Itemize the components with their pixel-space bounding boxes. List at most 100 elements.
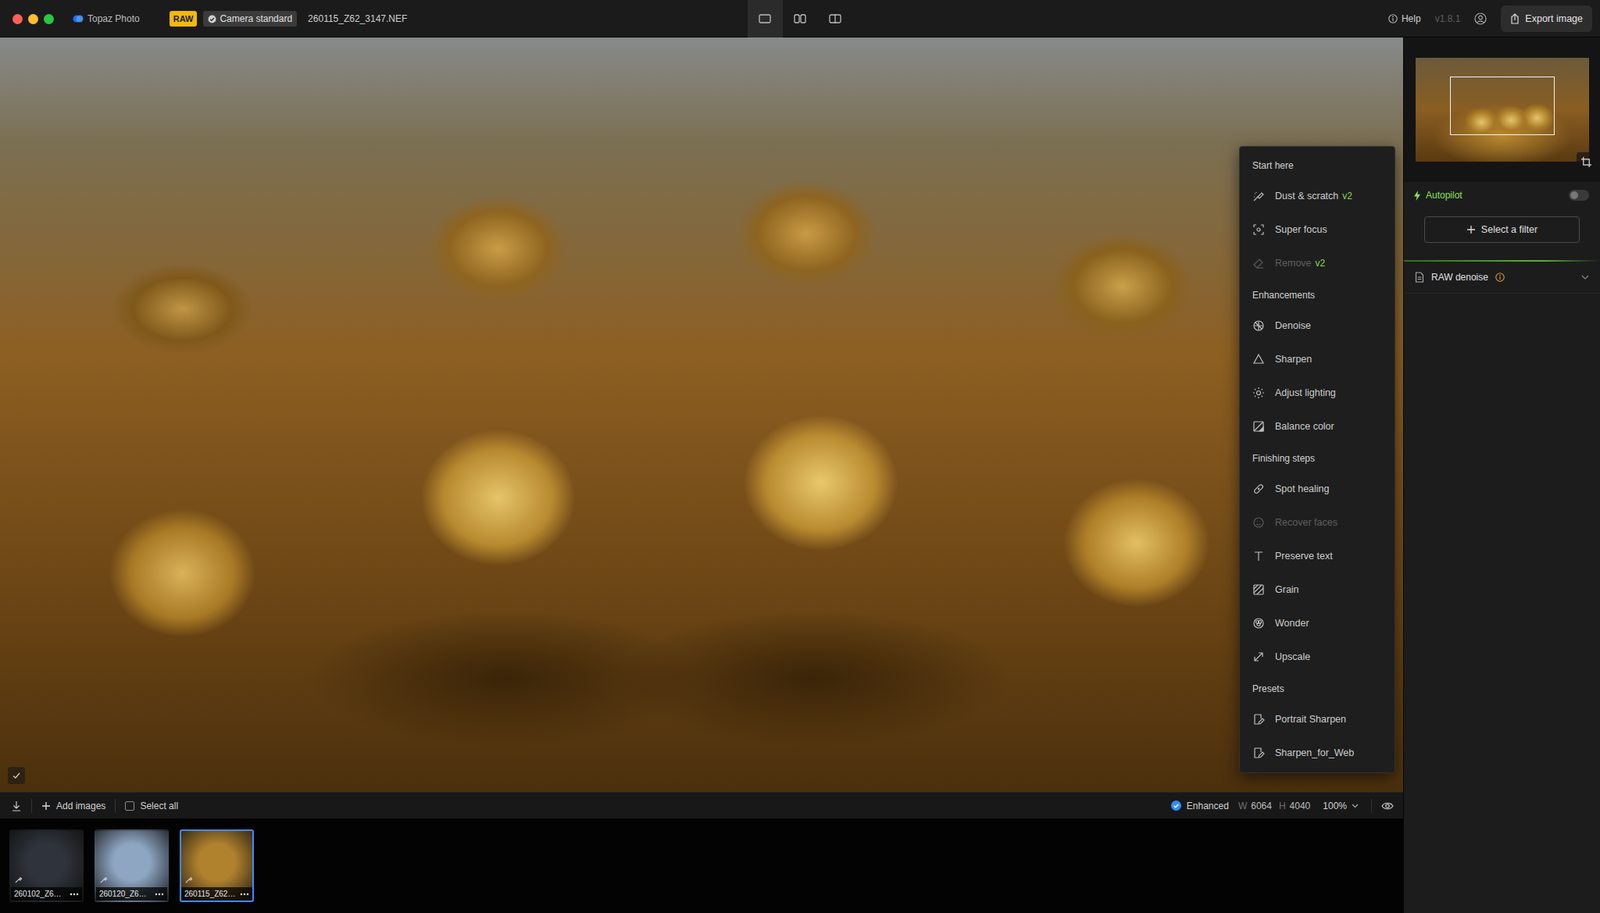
download-icon bbox=[10, 800, 22, 812]
menu-item[interactable]: Sharpen bbox=[1239, 342, 1395, 376]
filter-row[interactable]: RAW denoise bbox=[1403, 261, 1600, 294]
crop-button[interactable] bbox=[1576, 152, 1596, 172]
eye-icon bbox=[1381, 801, 1394, 811]
autopilot-label: Autopilot bbox=[1413, 189, 1463, 201]
separator bbox=[31, 799, 33, 814]
menu-section-title: Presets bbox=[1239, 673, 1395, 703]
window-controls bbox=[12, 14, 54, 25]
menu-section-title: Enhancements bbox=[1239, 279, 1395, 309]
select-filter-button[interactable]: Select a filter bbox=[1424, 216, 1580, 243]
dust-icon bbox=[1252, 189, 1265, 203]
photo-preview[interactable]: Start hereDust & scratchv2Super focusRem… bbox=[0, 37, 1404, 793]
autopilot-toggle[interactable] bbox=[1568, 189, 1590, 201]
compare-toggle[interactable] bbox=[7, 767, 25, 785]
menu-item[interactable]: Wonder bbox=[1239, 606, 1395, 640]
menu-item[interactable]: Grain bbox=[1239, 572, 1395, 607]
check-circle-icon bbox=[207, 14, 217, 24]
import-button[interactable] bbox=[10, 800, 22, 812]
menu-item[interactable]: Denoise bbox=[1239, 308, 1395, 343]
menu-section-title: Start here bbox=[1239, 150, 1395, 179]
menu-section-title: Finishing steps bbox=[1239, 442, 1395, 472]
preview-toggle[interactable] bbox=[1381, 801, 1394, 811]
zoom-button[interactable] bbox=[43, 14, 54, 25]
more-icon[interactable] bbox=[239, 892, 250, 897]
menu-item[interactable]: Portrait Sharpen bbox=[1239, 702, 1395, 736]
filter-menu: Start hereDust & scratchv2Super focusRem… bbox=[1239, 146, 1396, 774]
topaz-photo-window: Topaz Photo RAW Camera standard 260115_Z62_… bbox=[0, 0, 1600, 913]
plus-icon bbox=[1466, 225, 1476, 235]
image-dimensions: W6064H4040 bbox=[1238, 800, 1314, 812]
select-all-checkbox[interactable]: Select all bbox=[125, 800, 179, 812]
warning-info-icon[interactable] bbox=[1495, 272, 1505, 283]
menu-item[interactable]: Upscale bbox=[1239, 639, 1395, 674]
grain-icon bbox=[1252, 583, 1265, 597]
text-icon bbox=[1252, 550, 1265, 563]
filmstrip-thumbnail[interactable]: 260115_Z62… bbox=[179, 829, 254, 903]
account-button[interactable] bbox=[1474, 12, 1487, 25]
menu-section: PresetsPortrait SharpenSharpen_for_Web bbox=[1239, 673, 1395, 770]
split-view-icon bbox=[828, 14, 842, 24]
profile-badge[interactable]: Camera standard bbox=[203, 10, 297, 27]
denoise-icon bbox=[1252, 319, 1265, 333]
focus-icon bbox=[1252, 223, 1265, 236]
menu-item[interactable]: Dust & scratchv2 bbox=[1239, 178, 1395, 213]
menu-section: Start hereDust & scratchv2Super focusRem… bbox=[1239, 150, 1395, 280]
version-badge: v2 bbox=[1315, 257, 1326, 269]
menu-item[interactable]: Balance color bbox=[1239, 409, 1395, 443]
info-icon bbox=[1388, 14, 1398, 24]
menu-item: Recover faces bbox=[1239, 505, 1395, 540]
file-name: 260115_Z62_3147.NEF bbox=[307, 13, 408, 25]
raw-badge: RAW bbox=[169, 10, 198, 27]
preset-icon bbox=[1252, 746, 1265, 760]
checkbox[interactable] bbox=[125, 801, 135, 811]
bolt-icon bbox=[1413, 190, 1422, 201]
menu-item[interactable]: Adjust lighting bbox=[1239, 375, 1395, 410]
minimize-button[interactable] bbox=[28, 14, 39, 25]
crop-icon bbox=[1581, 157, 1592, 168]
sharpen-icon bbox=[1252, 353, 1265, 366]
more-icon[interactable] bbox=[69, 892, 79, 897]
menu-item[interactable]: Preserve text bbox=[1239, 539, 1395, 573]
help-button[interactable]: Help bbox=[1388, 13, 1422, 25]
filmstrip-thumbnail[interactable]: 260102_Z6… bbox=[9, 829, 84, 903]
version-badge: v2 bbox=[1342, 190, 1353, 202]
right-panel: Autopilot Select a filter RAW denoise bbox=[1403, 37, 1600, 913]
add-images-button[interactable]: Add images bbox=[41, 800, 106, 812]
enhanced-toggle[interactable]: Enhanced bbox=[1171, 800, 1229, 812]
chevron-icon[interactable] bbox=[1581, 275, 1590, 280]
close-button[interactable] bbox=[12, 14, 23, 25]
view-mode-button[interactable] bbox=[747, 0, 783, 38]
thumbnail-label: 260102_Z6… bbox=[10, 887, 83, 901]
zoom-dropdown[interactable]: 100% bbox=[1322, 800, 1359, 812]
filmstrip-thumbnail[interactable]: 260120_Z6… bbox=[94, 829, 169, 903]
light-icon bbox=[1252, 386, 1265, 400]
navigator-thumbnail[interactable] bbox=[1415, 57, 1590, 162]
more-icon[interactable] bbox=[154, 892, 165, 897]
raw-file-icon bbox=[99, 875, 108, 885]
check-circle-icon bbox=[1171, 800, 1182, 811]
app-logo: Topaz Photo bbox=[72, 13, 140, 25]
account-icon bbox=[1474, 12, 1487, 25]
menu-item[interactable]: Super focus bbox=[1239, 212, 1395, 247]
workspace: Start hereDust & scratchv2Super focusRem… bbox=[0, 37, 1404, 913]
plus-icon bbox=[41, 801, 51, 811]
title-bar: Topaz Photo RAW Camera standard 260115_Z62_… bbox=[0, 0, 1600, 38]
wonder-icon bbox=[1252, 617, 1265, 630]
view-mode-button[interactable] bbox=[817, 0, 854, 38]
navigator bbox=[1403, 37, 1600, 183]
face-icon bbox=[1252, 516, 1265, 529]
menu-item[interactable]: Spot healing bbox=[1239, 471, 1395, 506]
view-mode-button[interactable] bbox=[782, 0, 818, 38]
bottom-toolbar: Add images Select all Enhanced W6064H4040 10… bbox=[0, 792, 1404, 819]
document-icon bbox=[1414, 271, 1425, 283]
version-label: v1.8.1 bbox=[1435, 13, 1461, 25]
thumbnail-label: 260115_Z62… bbox=[181, 887, 253, 901]
export-icon bbox=[1510, 13, 1520, 25]
menu-item[interactable]: Sharpen_for_Web bbox=[1239, 735, 1395, 770]
autopilot-row: Autopilot bbox=[1403, 182, 1600, 209]
viewport-rectangle[interactable] bbox=[1450, 76, 1555, 136]
check-icon bbox=[11, 771, 22, 781]
raw-file-icon bbox=[184, 875, 193, 885]
app-name: Topaz Photo bbox=[87, 13, 140, 25]
export-image-button[interactable]: Export image bbox=[1500, 5, 1593, 33]
